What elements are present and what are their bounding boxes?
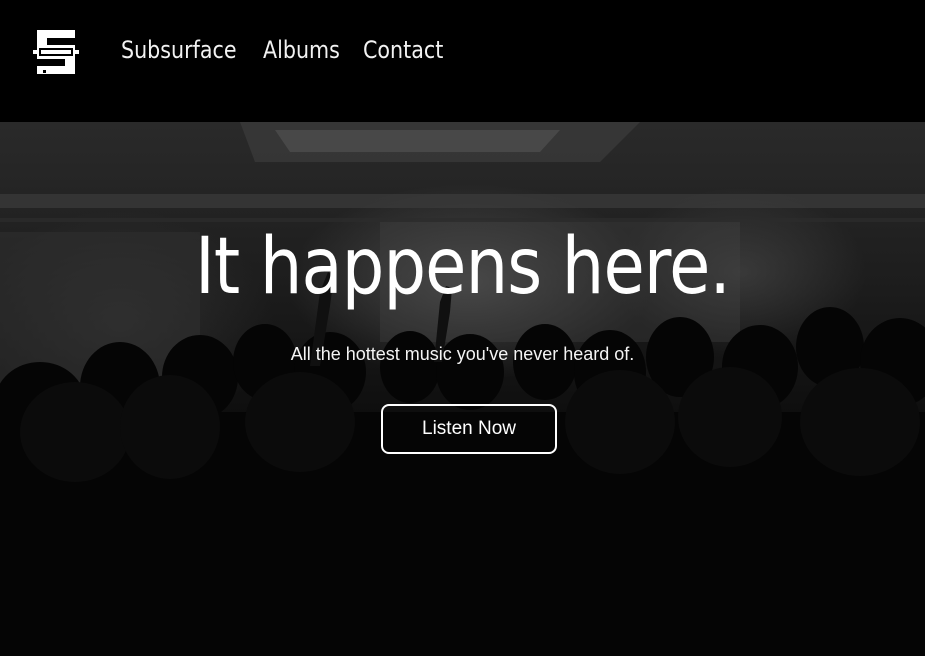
crowd-silhouette-graphic	[0, 122, 925, 656]
nav-link-contact[interactable]: Contact	[363, 36, 443, 64]
hero-title: It happens here.	[195, 222, 731, 312]
subsurface-s-logo-icon[interactable]	[33, 28, 79, 76]
nav-link-albums[interactable]: Albums	[263, 36, 340, 64]
listen-now-button[interactable]: Listen Now	[381, 404, 557, 454]
site-header: Subsurface Albums Contact	[0, 0, 925, 110]
hero-background-image	[0, 122, 925, 656]
nav-link-subsurface[interactable]: Subsurface	[121, 36, 237, 64]
page: Subsurface Albums Contact It happens her…	[0, 0, 925, 656]
main-nav: Subsurface Albums Contact	[121, 36, 486, 64]
hero-subtitle: All the hottest music you've never heard…	[290, 344, 635, 364]
